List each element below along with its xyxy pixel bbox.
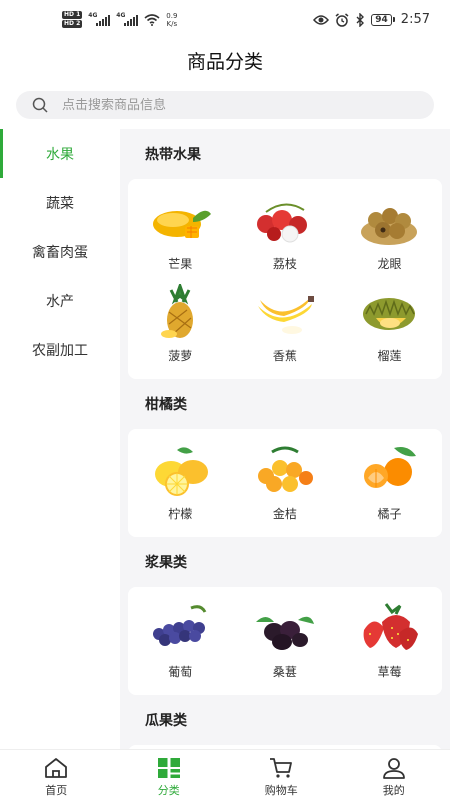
- tab-label: 首页: [45, 784, 68, 797]
- battery-level: 94: [371, 13, 392, 26]
- bottom-tab-bar: 首页 分类 购物车 我的: [0, 749, 450, 800]
- tab-label: 我的: [382, 784, 405, 797]
- sidebar-item-label: 水果: [46, 146, 74, 163]
- speed-value: 0.9: [166, 11, 178, 20]
- category-icon: [157, 758, 180, 778]
- tab-label: 购物车: [264, 784, 298, 797]
- product-strawberry[interactable]: 草莓: [337, 595, 442, 687]
- tab-profile[interactable]: 我的: [338, 750, 450, 800]
- product-grape[interactable]: 葡萄: [128, 595, 233, 687]
- search-bar[interactable]: [16, 91, 434, 119]
- network-type-1: 4G: [88, 11, 98, 19]
- sidebar-item-processed[interactable]: 农副加工: [0, 325, 120, 374]
- strawberry-icon: [364, 603, 419, 650]
- bluetooth-icon: [356, 12, 365, 27]
- product-mango[interactable]: 芒果: [128, 187, 233, 279]
- category-content: 热带水果 芒果 荔枝 龙眼 菠萝 香蕉 榴莲 柑橘类 柠檬 金桔 橘子 浆果类 …: [120, 129, 450, 749]
- search-input[interactable]: [62, 97, 382, 113]
- product-label: 草莓: [377, 665, 402, 679]
- section-card-berries: 葡萄 桑葚 草莓: [128, 587, 442, 695]
- sidebar-item-meat-eggs[interactable]: 禽畜肉蛋: [0, 227, 120, 276]
- section-title-tropical: 热带水果: [145, 147, 201, 163]
- product-longan[interactable]: 龙眼: [337, 187, 442, 279]
- section-title-melons: 瓜果类: [145, 713, 187, 729]
- tangerine-icon: [364, 447, 417, 488]
- mulberry-icon: [255, 616, 314, 650]
- product-label: 芒果: [168, 257, 193, 271]
- network-type-2: 4G: [116, 11, 126, 19]
- product-tangerine[interactable]: 橘子: [337, 437, 442, 529]
- pineapple-icon: [161, 284, 194, 338]
- home-icon: [45, 758, 68, 778]
- search-icon: [32, 97, 48, 113]
- lemon-icon: [155, 447, 209, 496]
- product-label: 荔枝: [272, 257, 297, 271]
- section-card-citrus: 柠檬 金桔 橘子: [128, 429, 442, 537]
- product-label: 橘子: [377, 507, 402, 521]
- sidebar-item-label: 蔬菜: [46, 195, 74, 212]
- sidebar-item-label: 禽畜肉蛋: [32, 244, 88, 261]
- tab-home[interactable]: 首页: [0, 750, 113, 800]
- product-label: 龙眼: [377, 257, 402, 271]
- network-speed: 0.9 K/s: [166, 12, 177, 28]
- product-mulberry[interactable]: 桑葚: [233, 595, 338, 687]
- product-label: 菠萝: [168, 349, 193, 363]
- longan-icon: [361, 208, 418, 245]
- hd1-badge: HD 1: [62, 11, 83, 19]
- durian-icon: [363, 298, 416, 330]
- speed-unit: K/s: [166, 19, 178, 28]
- product-lemon[interactable]: 柠檬: [128, 437, 233, 529]
- section-title-berries: 浆果类: [145, 555, 187, 571]
- product-pineapple[interactable]: 菠萝: [128, 279, 233, 371]
- sidebar-item-label: 水产: [46, 293, 74, 310]
- tab-category[interactable]: 分类: [113, 750, 226, 800]
- user-icon: [382, 758, 405, 779]
- product-label: 香蕉: [272, 349, 297, 363]
- product-label: 榴莲: [377, 349, 402, 363]
- product-banana[interactable]: 香蕉: [233, 279, 338, 371]
- product-kumquat[interactable]: 金桔: [233, 437, 338, 529]
- product-label: 柠檬: [168, 507, 193, 521]
- product-label: 桑葚: [272, 665, 297, 679]
- status-bar: HD 1 HD 2 4G 4G 0.9 K/s 94 2:57: [0, 0, 450, 42]
- sidebar-item-fruit[interactable]: 水果: [0, 129, 120, 178]
- battery-icon: 94: [371, 13, 395, 26]
- eye-icon: [313, 14, 330, 25]
- section-title-citrus: 柑橘类: [145, 397, 187, 413]
- alarm-icon: [335, 12, 349, 27]
- product-label: 金桔: [272, 507, 297, 521]
- sidebar-item-seafood[interactable]: 水产: [0, 276, 120, 325]
- sidebar-item-label: 农副加工: [32, 342, 88, 359]
- kumquat-icon: [257, 446, 313, 492]
- tab-cart[interactable]: 购物车: [225, 750, 338, 800]
- clock: 2:57: [400, 12, 430, 27]
- status-right: 94 2:57: [313, 12, 430, 27]
- grape-icon: [153, 605, 207, 646]
- banana-icon: [257, 296, 314, 334]
- signal-1-icon: 4G: [88, 11, 111, 26]
- page-title: 商品分类: [186, 51, 263, 73]
- product-label: 葡萄: [168, 665, 193, 679]
- wifi-icon: [144, 13, 160, 26]
- section-card-tropical: 芒果 荔枝 龙眼 菠萝 香蕉 榴莲: [128, 179, 442, 379]
- sim-indicators: HD 1 HD 2: [62, 11, 83, 28]
- tab-label: 分类: [157, 784, 180, 797]
- sidebar-item-vegetables[interactable]: 蔬菜: [0, 178, 120, 227]
- status-left: HD 1 HD 2 4G 4G 0.9 K/s: [62, 11, 177, 28]
- mango-icon: [153, 210, 212, 238]
- hd2-badge: HD 2: [62, 20, 83, 28]
- lychee-icon: [256, 203, 307, 243]
- signal-2-icon: 4G: [116, 11, 139, 26]
- category-sidebar: 水果 蔬菜 禽畜肉蛋 水产 农副加工: [0, 129, 120, 749]
- cart-icon: [270, 758, 293, 778]
- product-durian[interactable]: 榴莲: [337, 279, 442, 371]
- product-lychee[interactable]: 荔枝: [233, 187, 338, 279]
